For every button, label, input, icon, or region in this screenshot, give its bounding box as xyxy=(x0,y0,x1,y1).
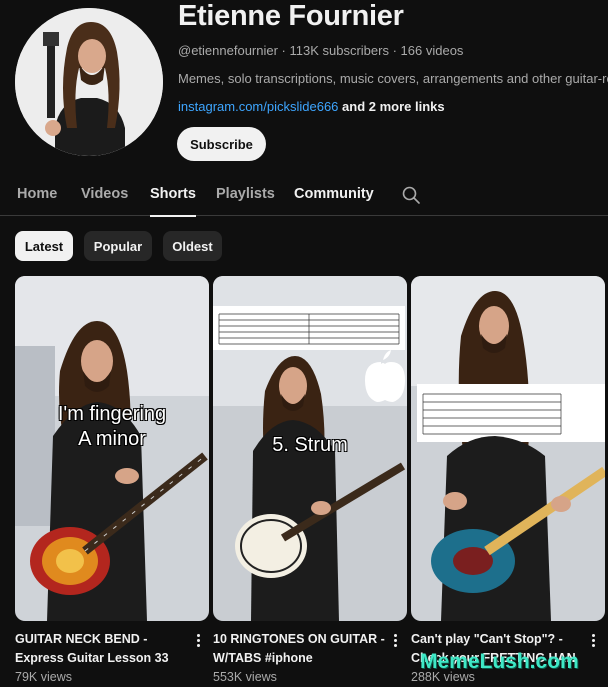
channel-link[interactable]: instagram.com/pickslide666 xyxy=(178,99,338,114)
channel-description[interactable]: Memes, solo transcriptions, music covers… xyxy=(178,71,608,86)
short-thumbnail-1[interactable]: I'm fingering A minor xyxy=(15,276,209,621)
subscriber-count: 113K subscribers xyxy=(289,43,389,58)
tab-playlists[interactable]: Playlists xyxy=(216,186,275,202)
filter-popular[interactable]: Popular xyxy=(84,231,152,261)
short-title-2[interactable]: 10 RINGTONES ON GUITAR - W/TABS #iphone xyxy=(213,630,385,668)
channel-tabs: Home Videos Shorts Playlists Community xyxy=(0,176,608,217)
more-links[interactable]: and 2 more links xyxy=(338,99,445,114)
more-vert-icon[interactable] xyxy=(586,630,600,650)
watermark-logo: MemeLush.com xyxy=(420,650,579,673)
short-thumbnail-2[interactable]: 5. Strum xyxy=(213,276,407,621)
tab-shorts[interactable]: Shorts xyxy=(150,186,196,217)
short-views-2: 553K views xyxy=(213,670,277,684)
search-icon[interactable] xyxy=(401,185,421,205)
channel-links: instagram.com/pickslide666 and 2 more li… xyxy=(178,99,445,114)
more-vert-icon[interactable] xyxy=(191,630,205,650)
short-overlay-text-2: 5. Strum xyxy=(272,434,348,456)
channel-handle: @etiennefournier xyxy=(178,43,278,58)
short-views-1: 79K views xyxy=(15,670,72,684)
tab-community[interactable]: Community xyxy=(294,186,374,202)
short-thumbnail-3[interactable] xyxy=(411,276,605,621)
filter-latest[interactable]: Latest xyxy=(15,231,73,261)
short-overlay-text-1: I'm fingering A minor xyxy=(57,403,167,450)
tab-home[interactable]: Home xyxy=(17,186,57,202)
filter-oldest[interactable]: Oldest xyxy=(163,231,222,261)
channel-meta: @etiennefournier · 113K subscribers · 16… xyxy=(178,43,464,58)
more-vert-icon[interactable] xyxy=(388,630,402,650)
short-title-1[interactable]: GUITAR NECK BEND - Express Guitar Lesson… xyxy=(15,630,193,668)
channel-avatar[interactable] xyxy=(15,8,163,156)
channel-name: Etienne Fournier xyxy=(178,0,404,32)
video-count: 166 videos xyxy=(400,43,464,58)
subscribe-button[interactable]: Subscribe xyxy=(177,127,266,161)
tab-videos[interactable]: Videos xyxy=(81,186,128,202)
